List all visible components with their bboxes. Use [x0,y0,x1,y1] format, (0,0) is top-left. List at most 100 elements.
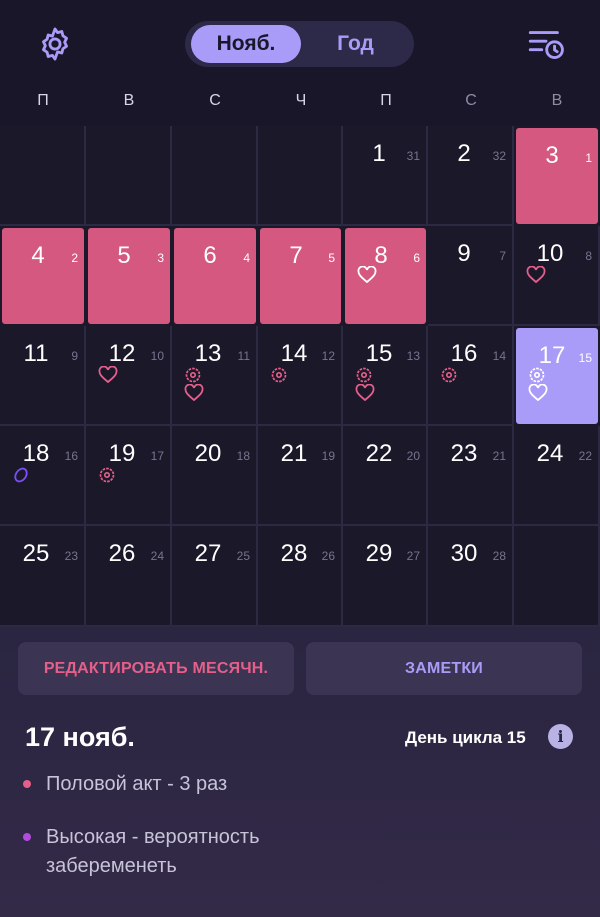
day-number: 10 [536,240,564,267]
heart-icon [98,365,118,384]
calendar-day-cell[interactable]: 31 [516,128,598,224]
cycle-day-number: 25 [236,549,250,563]
view-switcher: Нояб. Год [185,21,414,67]
cycle-day-number: 32 [492,149,506,163]
calendar-day-cell [258,126,343,226]
edit-period-button[interactable]: РЕДАКТИРОВАТЬ МЕСЯЧН. [18,642,294,695]
calendar-day-cell [172,126,258,226]
calendar-day-cell[interactable]: 16 14 [428,326,514,426]
history-button[interactable] [524,22,568,66]
cycle-day-number: 27 [406,549,420,563]
heart-icon [528,383,548,402]
cycle-day-number: 31 [406,149,420,163]
note-intercourse: Половой акт - 3 раз [46,773,228,795]
calendar-day-cell[interactable]: 64 [174,228,256,324]
calendar-day-cell[interactable]: 28 26 [258,526,343,627]
weekday-label: Ч [295,92,307,109]
gear-icon [42,27,68,61]
cycle-day-number: 18 [236,449,250,463]
calendar-day-cell[interactable]: 30 28 [428,526,514,627]
calendar-day-cell[interactable]: 75 [260,228,341,324]
cycle-day-number: 26 [321,549,335,563]
calendar-day-cell [0,126,86,226]
cycle-day-label: День цикла 15 [405,728,526,747]
weekday-label: В [551,92,563,109]
heart-icon [526,265,546,284]
day-number: 9 [457,240,471,267]
weekday-label: С [209,92,221,109]
note-bullet [23,833,31,841]
calendar-day-cell[interactable]: 26 24 [86,526,172,627]
cycle-day-number: 22 [578,449,592,463]
cycle-day-number: 21 [492,449,506,463]
calendar-day-cell[interactable]: 10 8 [514,226,600,326]
calendar-day-cell[interactable]: 27 25 [172,526,258,627]
cycle-day-number: 4 [243,251,250,265]
egg-icon [12,466,32,484]
flower-icon [440,366,460,384]
calendar-day-cell[interactable]: 25 23 [0,526,86,627]
day-number: 11 [23,340,49,367]
calendar-day-cell[interactable]: 19 17 [86,426,172,526]
flower-icon [98,466,118,484]
calendar-day-cell [514,526,600,627]
cycle-day-number: 3 [157,251,164,265]
cycle-day-number: 11 [237,349,250,363]
cycle-day-number: 15 [578,351,592,365]
info-icon[interactable]: i [548,724,573,749]
calendar-day-cell[interactable]: 53 [88,228,170,324]
flower-icon [528,366,548,384]
cycle-day-number: 28 [492,549,506,563]
cycle-day-number: 20 [406,449,420,463]
calendar-day-cell[interactable]: 22 20 [343,426,428,526]
heart-icon [184,383,204,402]
calendar-day-cell[interactable]: 18 16 [0,426,86,526]
top-bar: Нояб. Год [0,0,600,90]
cycle-day-number: 7 [499,249,506,263]
calendar-day-cell[interactable]: 11 9 [0,326,86,426]
calendar-day-cell[interactable]: 21 19 [258,426,343,526]
cycle-day-number: 5 [328,251,335,265]
cycle-day-number: 23 [64,549,78,563]
calendar-day-cell[interactable]: 29 27 [343,526,428,627]
cycle-day-number: 2 [71,251,78,265]
calendar-day-cell[interactable]: 97 [428,226,514,326]
calendar-day-cell[interactable]: 17 15 [516,328,598,424]
cycle-day-number: 16 [64,449,78,463]
notes-button[interactable]: ЗАМЕТКИ [306,642,582,695]
note-bullet [23,780,31,788]
note-fertility: Высокая - вероятность забеременеть [46,826,260,877]
weekday-header: П В С Ч П С В [0,92,600,120]
weekday-label: П [380,92,392,109]
calendar-day-cell[interactable]: 23 21 [428,426,514,526]
calendar-day-cell[interactable]: 2 32 [428,126,514,226]
day-details-panel: РЕДАКТИРОВАТЬ МЕСЯЧН. ЗАМЕТКИ 17 нояб. Д… [0,627,600,917]
cycle-day-number: 9 [71,349,78,363]
cycle-day-number: 1 [585,151,592,165]
calendar-day-cell[interactable]: 14 12 [258,326,343,426]
tab-year[interactable]: Год [303,25,408,63]
heart-icon [355,383,375,402]
calendar-day-cell[interactable]: 24 22 [514,426,600,526]
calendar-day-cell[interactable]: 20 18 [172,426,258,526]
list-clock-icon [528,31,564,59]
cycle-day-number: 8 [585,249,592,263]
calendar-day-cell [86,126,172,226]
cycle-day-number: 10 [150,349,164,363]
month-calendar: 1 31 2 32 3 1 4 2 5 3 6 4 7 5 8 6 9 7 10 8 11 9 12 10 13 11 14 12 15… [0,126,600,627]
flower-icon [184,366,204,384]
calendar-day-cell[interactable]: 13 11 [172,326,258,426]
calendar-day-cell[interactable]: 1 31 [343,126,428,226]
cycle-day-number: 19 [321,449,335,463]
cycle-day-number: 13 [406,349,420,363]
settings-button[interactable] [33,22,77,66]
selected-date: 17 нояб. [25,722,135,752]
calendar-day-cell[interactable]: 12 10 [86,326,172,426]
tab-month[interactable]: Нояб. [191,25,301,63]
flower-icon [270,366,290,384]
calendar-day-cell[interactable]: 42 [2,228,84,324]
heart-icon [357,265,377,284]
weekday-label: С [465,92,477,109]
calendar-day-cell[interactable]: 86 [345,228,426,324]
calendar-day-cell[interactable]: 15 13 [343,326,428,426]
